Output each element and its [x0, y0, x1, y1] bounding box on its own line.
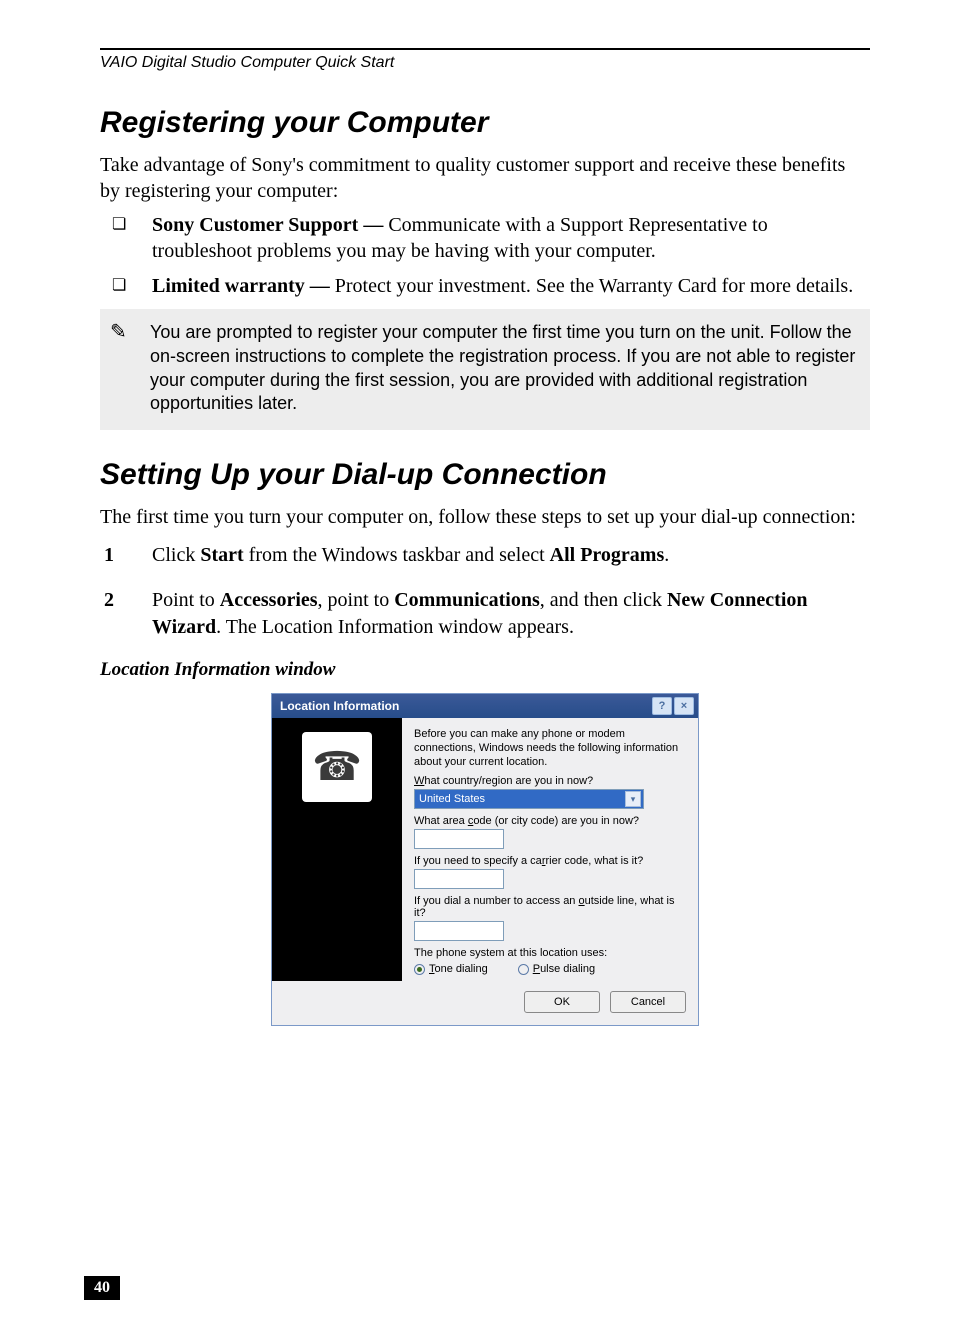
step1-pre: Click — [152, 544, 200, 566]
bullet-warranty-bold: Limited warranty — — [152, 275, 335, 297]
radio-pulse-u: P — [533, 963, 540, 975]
dialog-titlebar[interactable]: Location Information ? × — [272, 694, 698, 718]
dialog-sidebar: ☎ — [272, 718, 402, 981]
pencil-icon: ✎ — [110, 319, 127, 345]
radio-pulse[interactable]: Pulse dialing — [518, 963, 595, 975]
areacode-input[interactable] — [414, 829, 504, 849]
step2-post: . The Location Information window appear… — [216, 616, 574, 638]
radio-tone-label: one dialing — [435, 963, 488, 975]
label-carrier-pre: If you need to specify a ca — [414, 855, 542, 867]
radio-dot-icon — [518, 964, 529, 975]
help-icon: ? — [659, 700, 666, 712]
label-areacode-post: ode (or city code) are you in now? — [473, 815, 639, 827]
note-text: You are prompted to register your comput… — [150, 322, 855, 413]
dialog-intro: Before you can make any phone or modem c… — [414, 728, 686, 769]
phone-icon: ☎ — [302, 732, 372, 802]
label-carrier: If you need to specify a carrier code, w… — [414, 855, 686, 867]
label-country-post: hat country/region are you in now? — [424, 775, 593, 787]
close-button[interactable]: × — [674, 697, 694, 715]
bullet-warranty-text: Protect your investment. See the Warrant… — [335, 275, 853, 297]
dialog-title: Location Information — [280, 699, 399, 713]
step-2: Point to Accessories, point to Communica… — [100, 587, 870, 641]
country-select[interactable]: United States ▾ — [414, 789, 644, 809]
label-outside: If you dial a number to access an outsid… — [414, 895, 686, 919]
label-country: What country/region are you in now? — [414, 775, 686, 787]
radio-pulse-label: ulse dialing — [540, 963, 595, 975]
label-phone-system: The phone system at this location uses: — [414, 947, 686, 959]
step2-b1: Accessories — [220, 589, 318, 611]
chevron-down-icon: ▾ — [625, 791, 641, 807]
label-areacode-pre: What area — [414, 815, 468, 827]
country-value: United States — [419, 793, 485, 805]
radio-dot-icon — [414, 964, 425, 975]
step1-post: . — [664, 544, 669, 566]
bullet-warranty: Limited warranty — Protect your investme… — [100, 273, 870, 299]
step2-m1: , point to — [318, 589, 395, 611]
step1-mid: from the Windows taskbar and select — [244, 544, 550, 566]
running-head: VAIO Digital Studio Computer Quick Start — [100, 54, 870, 72]
dialup-intro: The first time you turn your computer on… — [100, 504, 870, 530]
registering-intro: Take advantage of Sony's commitment to q… — [100, 152, 870, 204]
label-outside-pre: If you dial a number to access an — [414, 895, 578, 907]
heading-dialup: Setting Up your Dial-up Connection — [100, 458, 870, 492]
step2-pre: Point to — [152, 589, 220, 611]
radio-tone[interactable]: Tone dialing — [414, 963, 488, 975]
ok-button[interactable]: OK — [524, 991, 600, 1013]
label-areacode: What area code (or city code) are you in… — [414, 815, 686, 827]
label-carrier-post: rier code, what is it? — [545, 855, 643, 867]
dialog-caption: Location Information window — [100, 659, 870, 681]
page-number: 40 — [84, 1276, 120, 1300]
step1-b2: All Programs — [550, 544, 665, 566]
cancel-button[interactable]: Cancel — [610, 991, 686, 1013]
close-icon: × — [681, 700, 687, 712]
location-information-dialog: Location Information ? × ☎ Before you ca… — [271, 693, 699, 1026]
note-box: ✎ You are prompted to register your comp… — [100, 309, 870, 430]
heading-registering: Registering your Computer — [100, 106, 870, 140]
header-rule — [100, 48, 870, 50]
label-country-u: W — [414, 775, 424, 787]
carrier-input[interactable] — [414, 869, 504, 889]
bullet-sony-support-bold: Sony Customer Support — — [152, 214, 388, 236]
step1-b1: Start — [200, 544, 243, 566]
bullet-sony-support: Sony Customer Support — Communicate with… — [100, 212, 870, 265]
outside-input[interactable] — [414, 921, 504, 941]
step-1: Click Start from the Windows taskbar and… — [100, 542, 870, 569]
step2-b2: Communications — [394, 589, 540, 611]
step2-m2: , and then click — [540, 589, 667, 611]
help-button[interactable]: ? — [652, 697, 672, 715]
